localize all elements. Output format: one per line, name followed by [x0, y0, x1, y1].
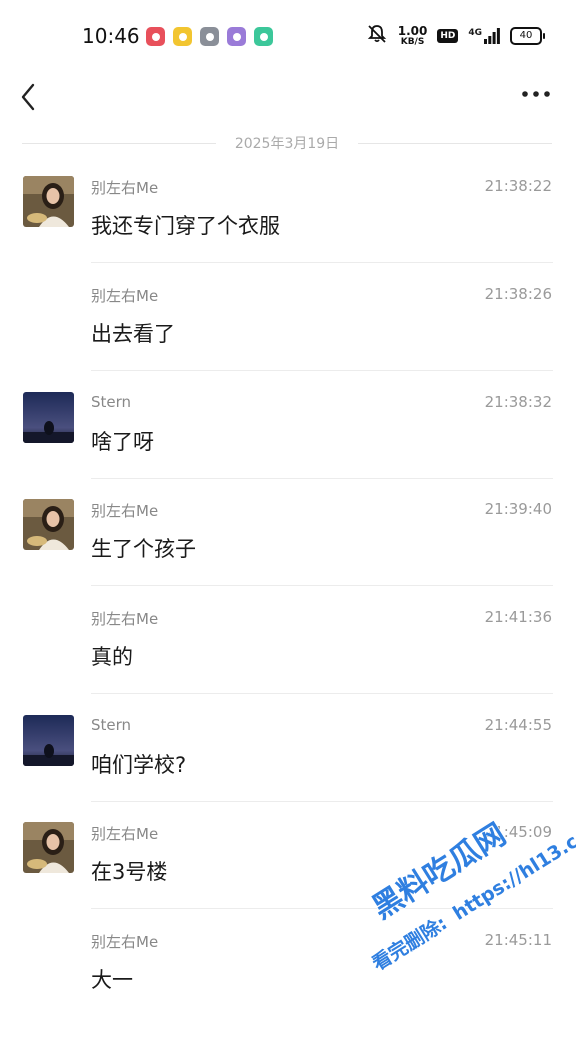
back-button[interactable] — [16, 78, 46, 112]
message-divider — [91, 693, 553, 694]
sender-name: 别左右Me — [91, 610, 159, 628]
signal-icon: 4G — [468, 28, 500, 44]
chat-app-icon — [254, 27, 273, 46]
settings-app-icon — [200, 27, 219, 46]
message-divider — [91, 801, 553, 802]
avatar-night-sky[interactable] — [23, 715, 74, 766]
avatar-girl[interactable] — [23, 822, 74, 873]
message-text[interactable]: 生了个孩子 — [91, 533, 196, 563]
sender-name: 别左右Me — [91, 933, 159, 951]
network-speed-unit: KB/S — [400, 37, 425, 47]
avatar-girl[interactable] — [23, 499, 74, 550]
date-divider: 2025年3月19日 — [22, 134, 552, 154]
sender-name: 别左右Me — [91, 502, 159, 520]
message-divider — [91, 585, 553, 586]
message-time: 21:38:26 — [484, 285, 552, 303]
message-text[interactable]: 啥了呀 — [91, 426, 154, 456]
message-item[interactable]: 别左右Me 21:38:22 我还专门穿了个衣服 — [0, 176, 576, 284]
hd-badge: HD — [437, 29, 459, 43]
message-time: 21:41:36 — [484, 608, 552, 626]
message-text[interactable]: 出去看了 — [91, 318, 175, 348]
message-text[interactable]: 在3号楼 — [91, 856, 167, 886]
message-item[interactable]: 别左右Me 21:39:40 生了个孩子 — [0, 499, 576, 607]
message-divider — [91, 370, 553, 371]
message-divider — [91, 262, 553, 263]
message-item[interactable]: Stern 21:44:55 咱们学校? — [0, 715, 576, 823]
battery-indicator: 40 — [510, 27, 545, 45]
message-time: 21:45:09 — [484, 823, 552, 841]
status-bar: 10:46 1.00 KB/S HD 4G 40 — [0, 0, 576, 72]
sender-name: 别左右Me — [91, 825, 159, 843]
message-divider — [91, 908, 553, 909]
message-time: 21:38:32 — [484, 393, 552, 411]
message-item[interactable]: 别左右Me 21:41:36 真的 — [0, 607, 576, 715]
message-item[interactable]: 别左右Me 21:45:11 大一 — [0, 930, 576, 1038]
date-label: 2025年3月19日 — [234, 136, 340, 152]
divider-line — [22, 143, 216, 144]
message-item[interactable]: 别左右Me 21:38:26 出去看了 — [0, 284, 576, 392]
message-time: 21:39:40 — [484, 500, 552, 518]
sender-name: 别左右Me — [91, 287, 159, 305]
message-time: 21:45:11 — [484, 931, 552, 949]
avatar-night-sky[interactable] — [23, 392, 74, 443]
message-text[interactable]: 咱们学校? — [91, 749, 186, 779]
message-item[interactable]: 别左右Me 21:45:09 在3号楼 — [0, 822, 576, 930]
sender-name: Stern — [91, 393, 132, 411]
chevron-left-icon — [21, 83, 35, 111]
message-divider — [91, 478, 553, 479]
message-time: 21:44:55 — [484, 716, 552, 734]
status-indicators: 1.00 KB/S HD 4G 40 — [366, 24, 545, 48]
signal-label: 4G — [468, 28, 482, 38]
message-item[interactable]: Stern 21:38:32 啥了呀 — [0, 392, 576, 500]
more-horizontal-icon — [522, 91, 550, 97]
message-text[interactable]: 我还专门穿了个衣服 — [91, 210, 280, 240]
chat-header — [0, 72, 576, 122]
status-time: 10:46 — [82, 24, 140, 48]
message-text[interactable]: 大一 — [91, 964, 133, 994]
message-text[interactable]: 真的 — [91, 641, 133, 671]
sender-name: Stern — [91, 716, 132, 734]
avatar-girl[interactable] — [23, 176, 74, 227]
more-options-button[interactable] — [520, 82, 552, 106]
notes-app-icon — [173, 27, 192, 46]
sender-name: 别左右Me — [91, 179, 159, 197]
notification-icons — [146, 27, 273, 46]
music-app-icon — [146, 27, 165, 46]
mute-bell-icon — [366, 24, 388, 48]
divider-line — [358, 143, 552, 144]
network-speed-value: 1.00 — [397, 24, 428, 38]
message-time: 21:38:22 — [484, 177, 552, 195]
network-speed: 1.00 KB/S — [398, 25, 428, 47]
clover-app-icon — [227, 27, 246, 46]
